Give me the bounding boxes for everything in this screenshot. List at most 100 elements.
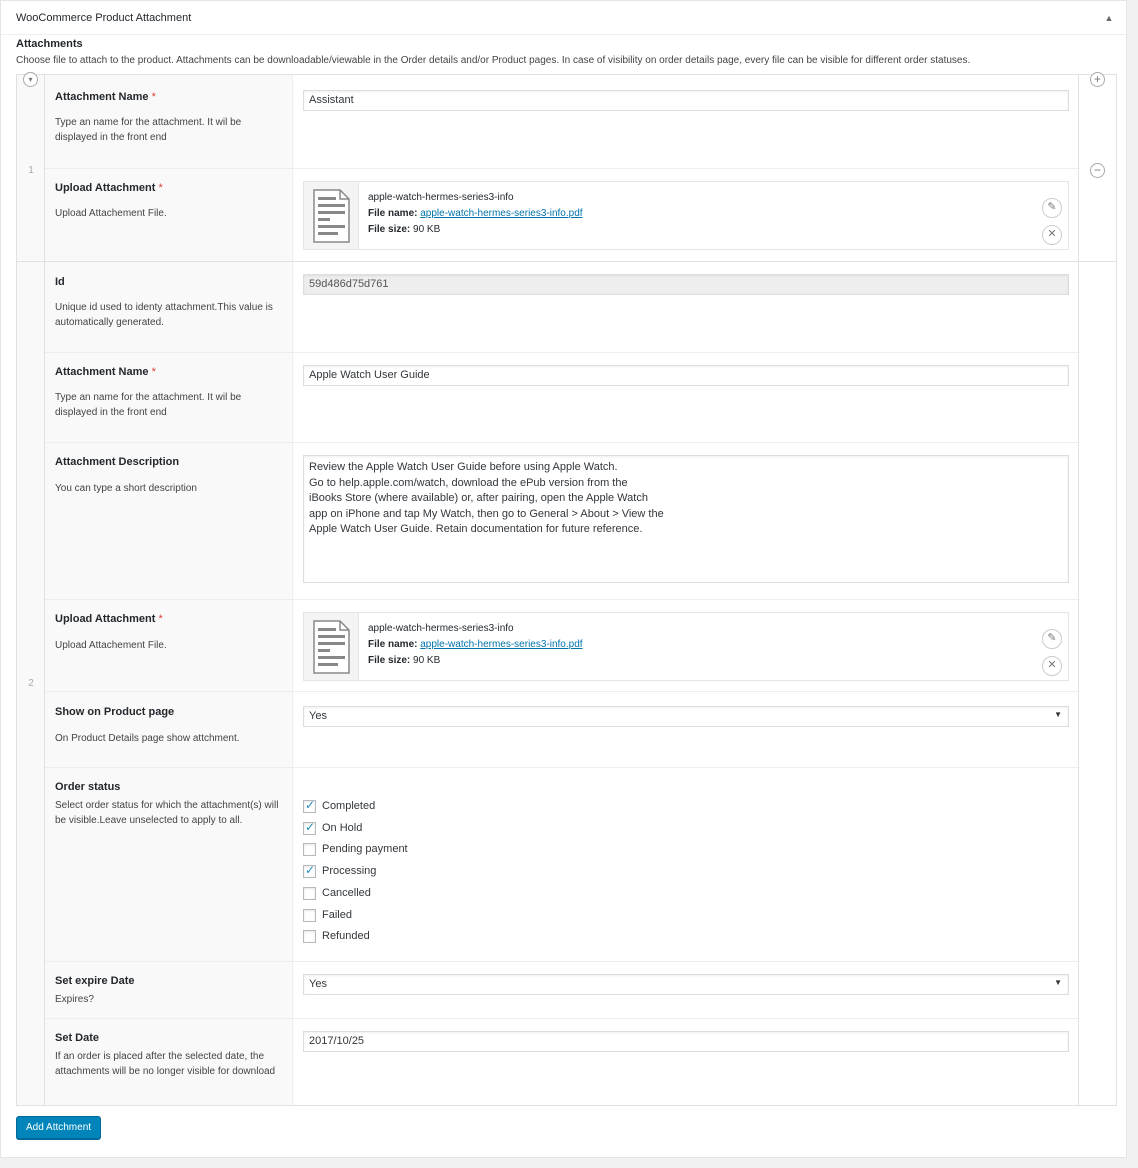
- remove-row-icon[interactable]: −: [1090, 163, 1105, 178]
- collapse-toggle-icon[interactable]: ▲: [1102, 11, 1116, 25]
- select-value: Yes: [309, 978, 327, 990]
- attachments-repeater: 1 ▾ + − Attachment Name * Type an name f…: [16, 72, 1117, 1106]
- field-label: Set Date: [55, 1032, 100, 1044]
- checkbox[interactable]: [303, 886, 316, 900]
- document-icon: [304, 613, 359, 680]
- file-title: apple-watch-hermes-series3-info: [368, 192, 514, 203]
- checkbox-label: Processing: [322, 865, 377, 878]
- file-size-value: 90 KB: [413, 655, 441, 666]
- row-2-field-id: Id Unique id used to identy attachment.T…: [45, 262, 1080, 352]
- checkbox[interactable]: [303, 843, 316, 857]
- file-name-link[interactable]: apple-watch-hermes-series3-info.pdf: [420, 639, 582, 650]
- field-label: Attachment Name *: [55, 366, 156, 378]
- file-name-link[interactable]: apple-watch-hermes-series3-info.pdf: [420, 208, 582, 219]
- row-1-field-name: Attachment Name * Type an name for the a…: [45, 75, 1080, 168]
- field-label-text: Attachment Name: [55, 366, 149, 378]
- field-label-cell: Attachment Name * Type an name for the a…: [45, 353, 293, 442]
- expire-date-select[interactable]: Yes ▼: [303, 974, 1069, 995]
- field-description: You can type a short description: [55, 483, 197, 494]
- file-title: apple-watch-hermes-series3-info: [368, 623, 514, 634]
- checkbox[interactable]: [303, 820, 316, 835]
- file-name-line: File name: apple-watch-hermes-series3-in…: [368, 208, 583, 219]
- row-2-field-name: Attachment Name * Type an name for the a…: [45, 352, 1080, 442]
- attachments-description: Choose file to attach to the product. At…: [16, 55, 971, 66]
- field-label: Attachment Name *: [55, 91, 156, 103]
- row-1-field-upload: Upload Attachment * Upload Attachement F…: [45, 168, 1080, 261]
- attachment-id-input: 59d486d75d761: [303, 274, 1069, 295]
- select-value: Yes: [309, 710, 327, 722]
- checkbox[interactable]: [303, 930, 316, 944]
- remove-file-icon[interactable]: ✕: [1042, 225, 1062, 245]
- checkbox-label: Pending payment: [322, 843, 408, 856]
- checkbox-label: Refunded: [322, 930, 370, 943]
- checkbox[interactable]: [303, 798, 316, 813]
- file-name-label: File name:: [368, 208, 418, 219]
- field-label: Order status: [55, 781, 121, 793]
- product-attachment-metabox: WooCommerce Product Attachment ▲ Attachm…: [0, 0, 1127, 1158]
- metabox-title: WooCommerce Product Attachment: [16, 12, 192, 24]
- file-name-line: File name: apple-watch-hermes-series3-in…: [368, 639, 583, 650]
- field-description: Unique id used to identy attachment.This…: [55, 302, 273, 328]
- row-2-field-set-date: Set Date If an order is placed after the…: [45, 1018, 1080, 1105]
- row-2-field-order-status: Order status Select order status for whi…: [45, 767, 1080, 961]
- field-description: Type an name for the attachment. It wil …: [55, 392, 242, 418]
- field-label-cell: Set expire Date Expires?: [45, 962, 293, 1018]
- row-1-number: 1: [28, 165, 34, 176]
- attachment-name-input[interactable]: Assistant: [303, 90, 1069, 111]
- remove-file-icon[interactable]: ✕: [1042, 656, 1062, 676]
- checkbox-label: Cancelled: [322, 886, 371, 899]
- field-label: Set expire Date: [55, 975, 135, 987]
- file-size-line: File size: 90 KB: [368, 655, 440, 666]
- edit-pencil-icon[interactable]: ✎: [1042, 198, 1062, 218]
- field-description: Upload Attachement File.: [55, 640, 167, 651]
- required-mark: *: [158, 182, 163, 194]
- required-mark: *: [151, 91, 156, 103]
- attachment-name-input[interactable]: Apple Watch User Guide: [303, 365, 1069, 386]
- add-row-icon[interactable]: +: [1090, 72, 1105, 87]
- file-size-line: File size: 90 KB: [368, 224, 440, 235]
- field-label: Upload Attachment *: [55, 613, 163, 625]
- expire-date-input[interactable]: 2017/10/25: [303, 1031, 1069, 1052]
- show-on-product-select[interactable]: Yes ▼: [303, 706, 1069, 727]
- field-label-cell: Set Date If an order is placed after the…: [45, 1019, 293, 1105]
- field-description: Expires?: [55, 994, 94, 1005]
- field-description: Type an name for the attachment. It wil …: [55, 117, 242, 143]
- row-2-actions: [1078, 262, 1116, 1105]
- file-size-label: File size:: [368, 224, 411, 235]
- checkbox-label: Failed: [322, 908, 352, 921]
- document-icon: [304, 182, 359, 249]
- checkbox-label: On Hold: [322, 821, 363, 834]
- add-attachment-button[interactable]: Add Attchment: [16, 1116, 102, 1139]
- field-label-text: Upload Attachment: [55, 613, 156, 625]
- edit-pencil-icon[interactable]: ✎: [1042, 629, 1062, 649]
- field-label-cell: Upload Attachment * Upload Attachement F…: [45, 169, 293, 261]
- row-2-field-show-on-product: Show on Product page On Product Details …: [45, 691, 1080, 767]
- row-2-field-upload: Upload Attachment * Upload Attachement F…: [45, 599, 1080, 691]
- required-mark: *: [158, 613, 163, 625]
- field-label-cell: Id Unique id used to identy attachment.T…: [45, 262, 293, 352]
- checkbox[interactable]: [303, 863, 316, 879]
- uploaded-file-card: apple-watch-hermes-series3-info File nam…: [303, 181, 1069, 250]
- required-mark: *: [151, 366, 156, 378]
- field-label-cell: Upload Attachment * Upload Attachement F…: [45, 600, 293, 691]
- row-2-field-description: Attachment Description You can type a sh…: [45, 442, 1080, 599]
- row-2-field-expire: Set expire Date Expires? Yes ▼: [45, 961, 1080, 1018]
- attachment-description-textarea[interactable]: Review the Apple Watch User Guide before…: [303, 455, 1069, 583]
- metabox-header: WooCommerce Product Attachment ▲: [1, 1, 1126, 35]
- field-description: Select order status for which the attach…: [55, 800, 279, 826]
- row-2-number: 2: [28, 678, 34, 689]
- checkbox-label: Completed: [322, 800, 376, 812]
- dropdown-arrow-icon: ▼: [1054, 710, 1062, 719]
- field-label-text: Upload Attachment: [55, 182, 156, 194]
- file-name-label: File name:: [368, 639, 418, 650]
- field-label-cell: Attachment Name * Type an name for the a…: [45, 75, 293, 168]
- dropdown-arrow-icon: ▼: [1054, 978, 1062, 987]
- field-description: Upload Attachement File.: [55, 208, 167, 219]
- field-label: Id: [55, 276, 65, 288]
- field-label-cell: Show on Product page On Product Details …: [45, 692, 293, 767]
- field-description: If an order is placed after the selected…: [55, 1051, 276, 1077]
- collapse-row-icon[interactable]: ▾: [23, 72, 38, 87]
- field-label: Show on Product page: [55, 706, 175, 718]
- field-description: On Product Details page show attchment.: [55, 733, 240, 744]
- checkbox[interactable]: [303, 908, 316, 922]
